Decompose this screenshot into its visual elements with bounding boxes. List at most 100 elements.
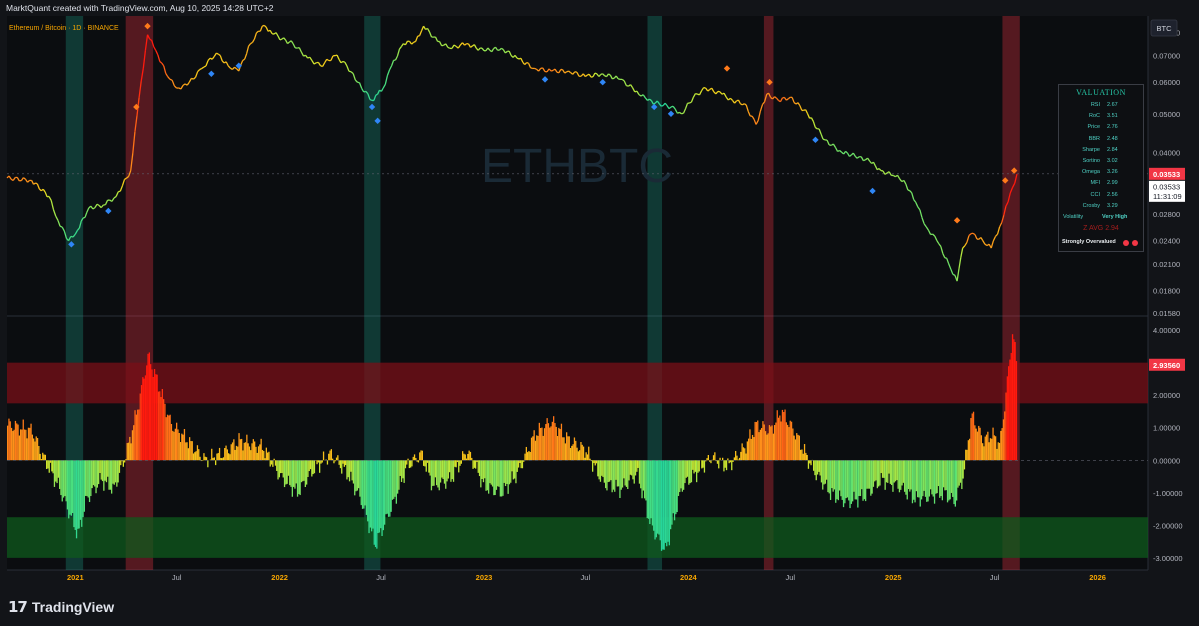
- oscillator-bar: [181, 433, 183, 461]
- oscillator-bar: [663, 460, 665, 550]
- oscillator-bar: [35, 436, 37, 461]
- oscillator-bar: [445, 460, 447, 489]
- oscillator-bar: [477, 460, 479, 473]
- oscillator-value-label: 2.93560: [1153, 361, 1180, 370]
- oscillator-bar: [597, 460, 599, 477]
- oscillator-bar: [386, 460, 388, 514]
- price-tick-label: 0.05000: [1153, 110, 1180, 119]
- oscillator-bar: [679, 460, 681, 493]
- oscillator-bar: [985, 434, 988, 461]
- oscillator-bar: [758, 432, 760, 461]
- oscillator-bar: [780, 421, 782, 461]
- status-dot-icon: [1123, 240, 1129, 246]
- oscillator-bar: [683, 460, 685, 490]
- oscillator-bar: [816, 460, 819, 475]
- oscillator-bar: [620, 460, 622, 490]
- valuation-metric-value: 2.99: [1107, 180, 1118, 187]
- oscillator-bar: [634, 460, 637, 476]
- oscillator-bar: [556, 436, 559, 461]
- chart-canvas[interactable]: ETHBTC 0.080000.070000.060000.050000.040…: [0, 16, 1199, 586]
- oscillator-bar: [525, 446, 527, 461]
- oscillator-bar: [259, 444, 261, 461]
- oscillator-tick-label: 2.00000: [1153, 391, 1180, 400]
- oscillator-bar: [425, 460, 427, 472]
- oscillator-bar: [107, 460, 109, 477]
- oscillator-bar: [393, 460, 395, 499]
- currency-button-label[interactable]: BTC: [1157, 24, 1173, 33]
- oscillator-bar: [62, 460, 65, 498]
- valuation-row: Sortino 3.02: [1059, 158, 1143, 169]
- oscillator-bar: [853, 460, 855, 492]
- oscillator-bar: [966, 449, 968, 461]
- oscillator-bar: [263, 450, 265, 461]
- oscillator-bar: [584, 457, 586, 461]
- oscillator-bar: [489, 460, 491, 484]
- oscillator-bar: [1009, 359, 1011, 461]
- valuation-title: VALUATION: [1076, 88, 1126, 97]
- oscillator-bar: [68, 460, 70, 519]
- oscillator-bar: [51, 460, 53, 472]
- oscillator-bar: [147, 353, 149, 461]
- currency-button[interactable]: BTC: [1150, 19, 1178, 37]
- oscillator-bar: [403, 460, 405, 483]
- oscillator-bar: [536, 435, 538, 461]
- oscillator-bar: [749, 429, 751, 461]
- oscillator-bar: [21, 429, 23, 461]
- oscillator-bar: [748, 438, 750, 461]
- oscillator-bar: [433, 460, 435, 486]
- oscillator-bar: [508, 460, 511, 485]
- oscillator-bar: [693, 460, 695, 474]
- oscillator-bar: [796, 433, 798, 461]
- oscillator-bar: [105, 460, 108, 483]
- oscillator-bar: [914, 460, 916, 503]
- oscillator-bar: [572, 444, 574, 461]
- oscillator-bar: [148, 352, 150, 461]
- last-price-label: 0.03533: [1153, 170, 1180, 179]
- oscillator-bar: [81, 460, 83, 527]
- oscillator-tick-label: 1.00000: [1153, 424, 1180, 433]
- oscillator-bar: [511, 460, 513, 472]
- price-tick-label: 0.01580: [1153, 309, 1180, 318]
- price-segment: [689, 101, 692, 104]
- oscillator-bar: [1005, 392, 1007, 461]
- oscillator-bar: [313, 460, 316, 474]
- oscillator-bar: [649, 460, 651, 525]
- oscillator-bar: [872, 460, 875, 487]
- oscillator-bar: [226, 449, 228, 461]
- price-segment: [822, 138, 826, 141]
- oscillator-bar: [203, 453, 205, 461]
- symbol-legend[interactable]: Ethereum / Bitcoin · 1D · BINANCE: [9, 25, 119, 32]
- price-segment: [907, 189, 911, 192]
- oscillator-bar: [666, 460, 668, 547]
- oscillator-bar: [196, 445, 199, 461]
- oscillator-bar: [918, 460, 920, 498]
- oscillator-bar: [127, 442, 130, 461]
- oscillator-bar: [510, 460, 512, 483]
- oscillator-bar: [564, 443, 566, 461]
- oscillator-bar: [898, 460, 901, 493]
- oscillator-bar: [400, 460, 403, 482]
- oscillator-bar: [684, 460, 686, 484]
- oscillator-bar: [892, 460, 894, 492]
- oscillator-bar: [840, 460, 842, 497]
- oscillator-bar: [716, 460, 719, 464]
- oscillator-bar: [530, 437, 533, 461]
- tradingview-logo[interactable]: 17 TradingView: [8, 598, 114, 616]
- oscillator-bar: [974, 425, 976, 461]
- oscillator-bar: [722, 457, 724, 461]
- oscillator-bar: [402, 460, 404, 479]
- oscillator-bar: [143, 378, 145, 461]
- oscillator-bar: [12, 431, 14, 461]
- crosshair-time-label: 11:31:09: [1153, 192, 1182, 201]
- oscillator-bar: [380, 460, 382, 529]
- oscillator-bar: [725, 460, 728, 471]
- oscillator-bar: [212, 457, 214, 461]
- oscillator-bar: [378, 460, 381, 533]
- oscillator-bar: [789, 420, 791, 461]
- oscillator-bar: [144, 375, 147, 461]
- oscillator-bar: [419, 452, 421, 461]
- oscillator-bar: [897, 460, 899, 489]
- oscillator-bar: [29, 427, 31, 461]
- valuation-metric-value: 3.26: [1107, 169, 1118, 176]
- oscillator-bar: [785, 422, 787, 461]
